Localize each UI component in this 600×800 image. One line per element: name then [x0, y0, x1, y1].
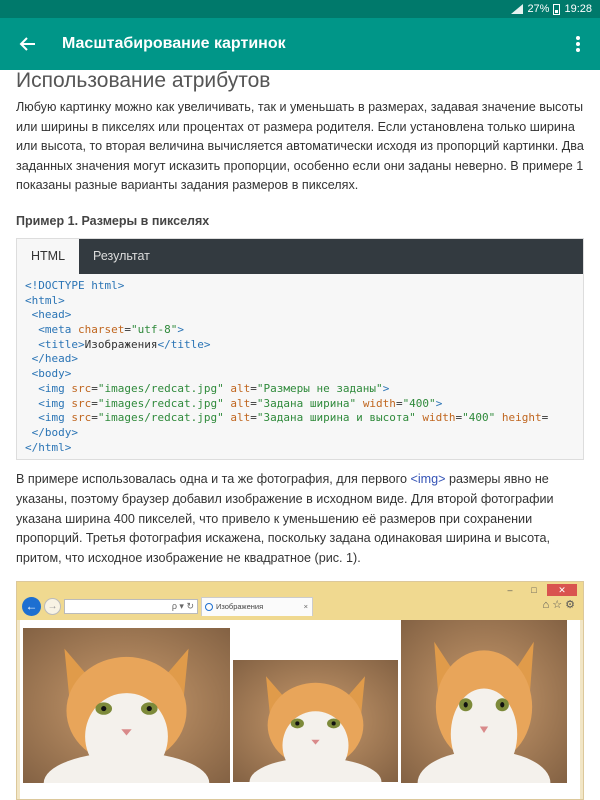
- signal-icon: [511, 4, 524, 14]
- close-icon: ✕: [547, 584, 577, 596]
- code-token: "images/redcat.jpg": [97, 396, 224, 410]
- tab-favicon-icon: [205, 603, 213, 611]
- code-token: <img: [38, 411, 65, 425]
- code-token: charset: [78, 323, 125, 337]
- browser-tab: Изображения ×: [201, 597, 313, 616]
- address-bar: ρ ▾ ↻: [64, 599, 198, 614]
- cat-photo-width-set: [233, 660, 398, 782]
- code-token: height: [501, 411, 542, 425]
- code-token: <html>: [25, 293, 65, 307]
- code-token: "images/redcat.jpg": [97, 381, 224, 395]
- cat-photo-distorted: [401, 620, 567, 783]
- code-token: "Задана ширина и высота": [256, 411, 416, 425]
- code-token: width: [362, 396, 396, 410]
- paragraph-explanation: В примере использовалась одна и та же фо…: [16, 470, 584, 568]
- code-token: src: [71, 396, 92, 410]
- clock: 19:28: [564, 3, 592, 15]
- code-token: <body>: [31, 367, 72, 381]
- code-token: Изображения: [84, 337, 158, 351]
- paragraph-text: В примере использовалась одна и та же фо…: [16, 472, 411, 487]
- code-token: =: [541, 411, 549, 425]
- code-token: <img: [38, 381, 65, 395]
- window-controls: – □ ✕: [499, 584, 577, 596]
- code-token: alt: [230, 411, 251, 425]
- code-token: "400": [462, 411, 496, 425]
- browser-forward-icon: →: [44, 598, 61, 615]
- paragraph-intro: Любую картинку можно как увеличивать, та…: [16, 100, 584, 193]
- figure-browser-screenshot: – □ ✕ ← → ρ ▾ ↻ Изображения × ⌂ ☆ ⚙: [16, 581, 584, 800]
- more-vert-icon[interactable]: [556, 18, 600, 70]
- address-bar-icons: ρ ▾ ↻: [171, 601, 194, 611]
- code-token: <title>: [38, 337, 85, 351]
- inline-code-img: <img>: [410, 472, 446, 487]
- tab-result[interactable]: Результат: [79, 239, 164, 274]
- section-heading: Использование атрибутов: [16, 69, 271, 92]
- code-token: >: [435, 396, 443, 410]
- code-token: <meta: [38, 323, 72, 337]
- code-token: src: [71, 381, 92, 395]
- code-token: "Размеры не заданы": [256, 381, 383, 395]
- code-token: alt: [230, 381, 251, 395]
- code-token: width: [422, 411, 456, 425]
- code-token: alt: [230, 396, 251, 410]
- battery-icon: [553, 3, 561, 15]
- browser-tab-title: Изображения: [216, 602, 264, 611]
- page-title: Масштабирование картинок: [62, 35, 286, 52]
- code-block: <!DOCTYPE html> <html> <head> <meta char…: [25, 278, 549, 454]
- tab-close-icon: ×: [303, 602, 308, 611]
- code-token: <head>: [31, 308, 72, 322]
- code-token: "Задана ширина": [256, 396, 357, 410]
- tab-html[interactable]: HTML: [17, 238, 80, 274]
- code-token: <img: [38, 396, 65, 410]
- cat-photo-original: [23, 628, 230, 783]
- code-token: src: [71, 411, 92, 425]
- browser-tools-icons: ⌂ ☆ ⚙: [542, 599, 575, 611]
- code-token: </title>: [157, 337, 211, 351]
- code-token: "400": [402, 396, 436, 410]
- browser-viewport: [20, 620, 580, 799]
- example-title: Пример 1. Размеры в пикселях: [16, 213, 210, 228]
- code-token: </html>: [25, 440, 72, 454]
- status-bar: 27% 19:28: [0, 0, 600, 18]
- minimize-icon: –: [507, 585, 513, 595]
- code-token: "utf-8": [130, 323, 178, 337]
- code-token: </body>: [31, 426, 78, 439]
- code-token: "images/redcat.jpg": [97, 411, 224, 425]
- code-token: <!DOCTYPE html>: [25, 278, 125, 292]
- battery-percent: 27%: [527, 3, 550, 15]
- app-bar: Масштабирование картинок: [0, 18, 600, 70]
- back-arrow-icon[interactable]: [0, 18, 56, 70]
- code-token: </head>: [31, 352, 78, 366]
- browser-back-icon: ←: [22, 597, 41, 616]
- code-token: >: [177, 323, 184, 337]
- maximize-icon: □: [531, 585, 537, 595]
- code-token: >: [382, 381, 390, 395]
- article: Использование атрибутов Любую картинку м…: [16, 68, 584, 568]
- code-tabs: HTML Результат: [17, 238, 583, 274]
- code-example: HTML Результат <!DOCTYPE html> <html> <h…: [16, 237, 584, 461]
